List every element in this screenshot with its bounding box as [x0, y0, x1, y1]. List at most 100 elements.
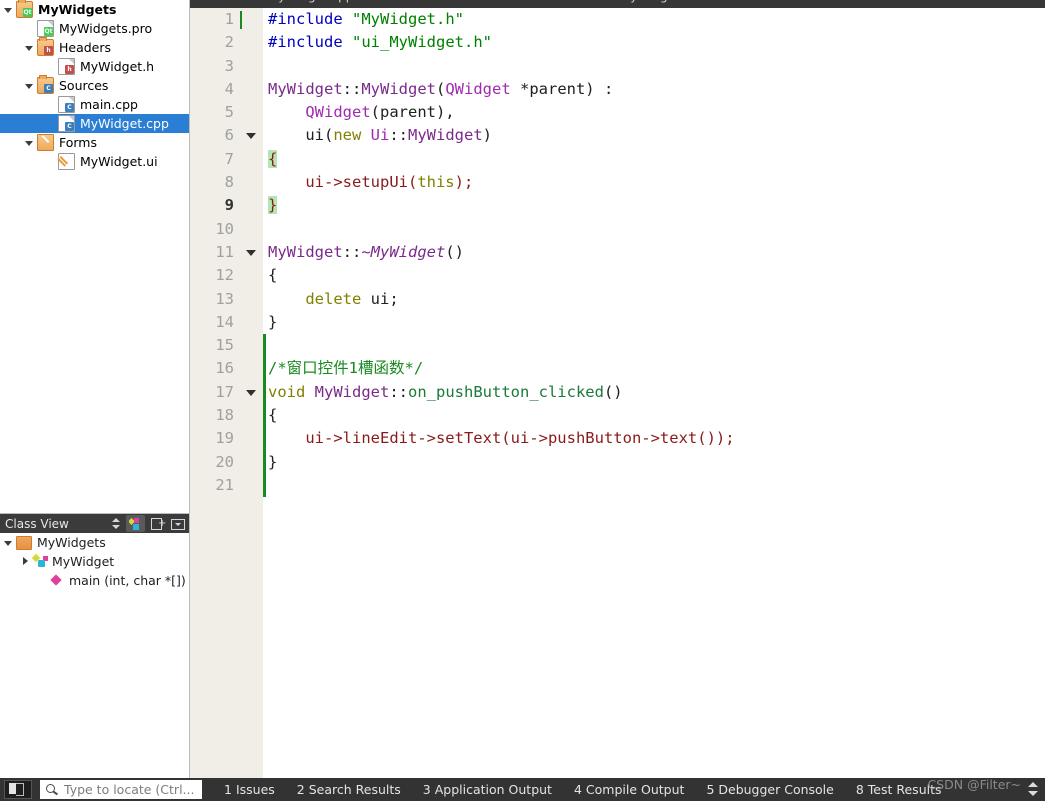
chevron-down-icon[interactable]: [4, 5, 13, 14]
code-line[interactable]: 7{: [190, 148, 1045, 171]
code-line[interactable]: 2 #include "ui_MyWidget.h": [190, 31, 1045, 54]
code-line[interactable]: 13 delete ui;: [190, 288, 1045, 311]
editor-tab-bar[interactable]: MyWidget.cpp MyWidget.h: [190, 0, 1045, 8]
line-number: 6: [224, 126, 234, 145]
code-text: }: [268, 194, 278, 217]
change-marker: [263, 357, 266, 381]
line-number: 20: [215, 452, 234, 471]
code-line[interactable]: 14}: [190, 311, 1045, 334]
code-token: {: [268, 149, 278, 168]
project-tree-item[interactable]: h Headers: [0, 37, 189, 57]
code-line[interactable]: 10: [190, 218, 1045, 241]
chevron-down-icon[interactable]: [4, 538, 13, 547]
chevron-down-icon[interactable]: [25, 138, 34, 147]
code-line[interactable]: 15: [190, 334, 1045, 358]
line-number: 16: [215, 359, 234, 378]
code-line[interactable]: 5 QWidget(parent),: [190, 101, 1045, 124]
code-line[interactable]: 19 ui->lineEdit->setText(ui->pushButton-…: [190, 427, 1045, 451]
output-pane-label: Application Output: [434, 782, 552, 797]
chevron-down-icon[interactable]: [25, 81, 34, 90]
watermark-text: CSDN @Filter~: [927, 777, 1021, 792]
code-text: ui->lineEdit->setText(ui->pushButton->te…: [268, 427, 734, 450]
output-pane-button[interactable]: 4 Compile Output: [574, 782, 684, 797]
code-line[interactable]: 9}: [190, 194, 1045, 217]
class-view-filter-icon[interactable]: [126, 515, 145, 532]
tab-mywidget-h[interactable]: MyWidget.h: [620, 0, 691, 3]
code-token: QWidget: [445, 79, 511, 98]
code-line[interactable]: 17 void MyWidget::on_pushButton_clicked(): [190, 380, 1045, 405]
code-token: on_pushButton_clicked: [408, 382, 604, 401]
project-tree-item[interactable]: Cmain.cpp: [0, 95, 189, 114]
line-number: 21: [215, 475, 234, 494]
class-view-item-label: main (int, char *[]): [69, 573, 186, 588]
code-token: MyWidget: [268, 242, 343, 261]
output-pane-shortcut-number: 1: [224, 782, 232, 797]
chevron-right-icon[interactable]: [21, 557, 30, 566]
function-icon: [50, 574, 64, 587]
no-expander: [46, 100, 55, 109]
project-tree-item[interactable]: MyWidget.ui: [0, 152, 189, 171]
chevron-down-icon[interactable]: [25, 43, 34, 52]
project-tree-item[interactable]: Qt MyWidgets: [0, 0, 189, 19]
code-line[interactable]: 1 #include "MyWidget.h": [190, 8, 1045, 31]
code-token: ui;: [361, 289, 399, 308]
project-tree-panel: Qt MyWidgets Qt MyWidgets.pro h Headers h MyWid…: [0, 0, 190, 513]
code-text: MyWidget::MyWidget(QWidget *parent) :: [268, 78, 613, 101]
output-pane-button[interactable]: 3 Application Output: [423, 782, 552, 797]
sort-toggle-icon[interactable]: [105, 515, 124, 532]
code-token: }: [268, 196, 278, 215]
line-number: 19: [215, 429, 234, 448]
tab-mywidget-cpp[interactable]: MyWidget.cpp: [268, 0, 353, 3]
split-panel-icon[interactable]: [147, 515, 166, 532]
line-number: 5: [224, 103, 234, 122]
change-marker: [263, 380, 266, 405]
project-tree-item[interactable]: C MyWidget.cpp: [0, 114, 189, 133]
project-tree-item[interactable]: h MyWidget.h: [0, 57, 189, 76]
class-view-item[interactable]: main (int, char *[]): [0, 571, 189, 590]
code-line[interactable]: 6 ui(new Ui::MyWidget): [190, 124, 1045, 147]
project-tree-item[interactable]: Forms: [0, 133, 189, 152]
output-pane-button[interactable]: 5 Debugger Console: [706, 782, 833, 797]
code-line[interactable]: 11 MyWidget::~MyWidget(): [190, 241, 1045, 264]
code-line[interactable]: 12 {: [190, 264, 1045, 287]
fold-collapse-icon[interactable]: [246, 133, 256, 140]
no-expander: [46, 62, 55, 71]
code-line[interactable]: 16 /*窗口控件1槽函数*/: [190, 357, 1045, 381]
code-token: }: [268, 312, 278, 331]
code-line[interactable]: 4 MyWidget::MyWidget(QWidget *parent) :: [190, 78, 1045, 101]
output-pane-buttons[interactable]: 1 Issues 2 Search Results 3 Application Ou…: [202, 782, 942, 797]
qt-project-folder-icon: Qt: [16, 0, 33, 18]
change-marker: [263, 427, 266, 451]
code-line[interactable]: 21: [190, 473, 1045, 498]
fold-collapse-icon[interactable]: [246, 249, 256, 256]
code-token: "MyWidget.h": [352, 10, 464, 28]
project-tree-item[interactable]: Qt MyWidgets.pro: [0, 19, 189, 38]
sidebar-toggle-icon[interactable]: [4, 780, 32, 799]
code-token: QWidget: [305, 103, 371, 122]
class-view-item[interactable]: MyWidgets: [0, 533, 189, 552]
code-line[interactable]: 20}: [190, 450, 1045, 474]
code-token: MyWidget: [361, 79, 436, 98]
output-pane-shortcut-number: 2: [296, 782, 305, 797]
code-line[interactable]: 18 {: [190, 404, 1045, 428]
sources-folder-icon: C: [37, 75, 54, 94]
code-line[interactable]: 3: [190, 55, 1045, 78]
project-tree-item[interactable]: C Sources: [0, 75, 189, 95]
code-lines[interactable]: 1 #include "MyWidget.h" 2 #include "ui_MyWi…: [190, 8, 1045, 778]
output-pane-button[interactable]: 1 Issues: [224, 782, 275, 797]
class-view-item-label: MyWidgets: [37, 535, 106, 550]
project-tree-item-label: Forms: [59, 135, 98, 150]
panel-menu-icon[interactable]: [168, 515, 187, 532]
class-view-item[interactable]: MyWidget: [0, 552, 189, 571]
change-marker: [263, 404, 266, 428]
locator-input[interactable]: Type to locate (Ctrl...: [40, 780, 202, 799]
code-editor[interactable]: 1 #include "MyWidget.h" 2 #include "ui_MyWi…: [190, 8, 1045, 778]
fold-collapse-icon[interactable]: [246, 389, 256, 396]
output-pane-updown-icon[interactable]: [1028, 781, 1039, 797]
code-text: #include "ui_MyWidget.h": [268, 31, 492, 54]
code-line[interactable]: 8 ui->setupUi(this);: [190, 171, 1045, 194]
output-pane-button[interactable]: 2 Search Results: [297, 782, 401, 797]
line-number: 18: [215, 406, 234, 425]
code-token: *parent) :: [510, 79, 614, 98]
